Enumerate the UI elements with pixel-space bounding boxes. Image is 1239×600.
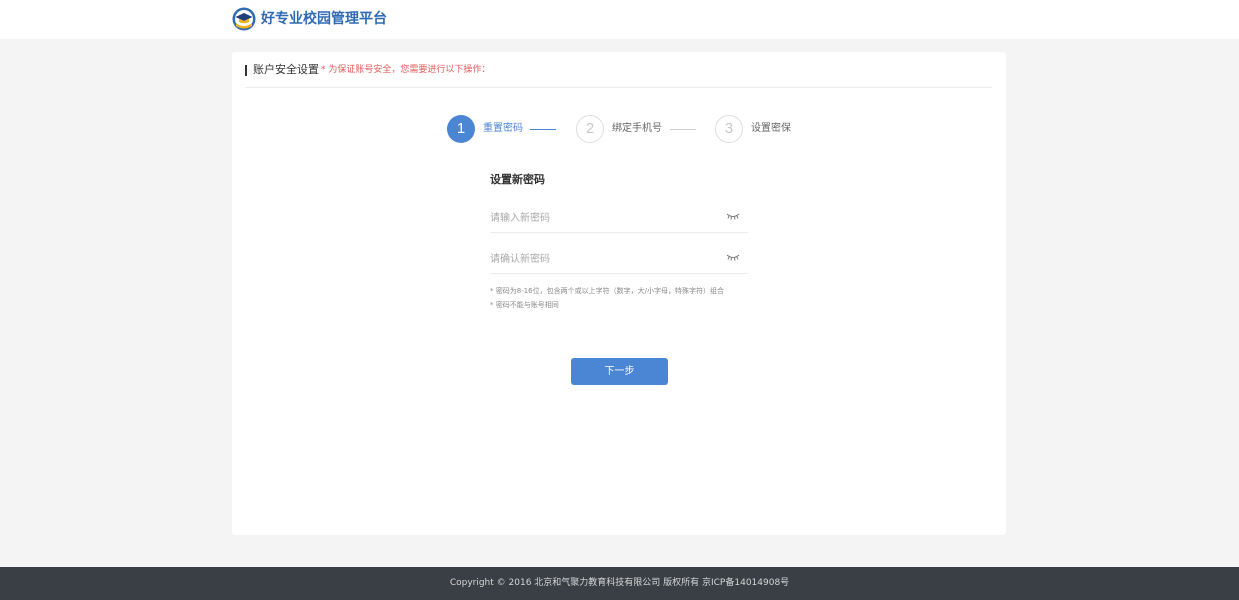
step-2-label: 绑定手机号 <box>612 123 662 134</box>
divider <box>245 87 992 88</box>
card-title: 账户安全设置 <box>253 63 319 76</box>
next-step-button[interactable]: 下一步 <box>571 358 668 385</box>
step-3-circle: 3 <box>715 115 743 143</box>
graduation-cap-logo-icon[interactable] <box>232 7 256 31</box>
security-note: * 为保证账号安全，您需要进行以下操作： <box>321 65 491 75</box>
step-3-label: 设置密保 <box>751 123 791 134</box>
eye-closed-icon[interactable] <box>726 253 740 261</box>
eye-closed-icon[interactable] <box>726 212 740 220</box>
form-title: 设置新密码 <box>490 173 545 186</box>
new-password-input[interactable] <box>490 210 710 226</box>
step-2-circle: 2 <box>576 115 604 143</box>
copyright-text: Copyright © 2016 北京和气聚力教育科技有限公司 版权所有 京IC… <box>449 578 790 588</box>
confirm-password-field-wrapper <box>490 243 748 274</box>
account-security-card: 账户安全设置 * 为保证账号安全，您需要进行以下操作： 1 重置密码 2 绑定手… <box>232 52 1006 535</box>
step-1-circle: 1 <box>447 115 475 143</box>
password-rule-hint: * 密码为8-16位，包含两个或以上字符（数字，大/小字母，特殊字符）组合 <box>490 287 724 295</box>
password-account-hint: * 密码不能与账号相同 <box>490 301 559 309</box>
brand-name[interactable]: 好专业校园管理平台 <box>261 9 387 29</box>
step-2-connector <box>670 129 696 130</box>
new-password-field-wrapper <box>490 202 748 233</box>
step-1-connector <box>530 129 556 130</box>
top-header: 好专业校园管理平台 <box>0 0 1239 39</box>
title-accent-bar <box>245 65 247 76</box>
step-1-label: 重置密码 <box>483 123 523 134</box>
footer: Copyright © 2016 北京和气聚力教育科技有限公司 版权所有 京IC… <box>0 567 1239 600</box>
confirm-password-input[interactable] <box>490 251 710 267</box>
